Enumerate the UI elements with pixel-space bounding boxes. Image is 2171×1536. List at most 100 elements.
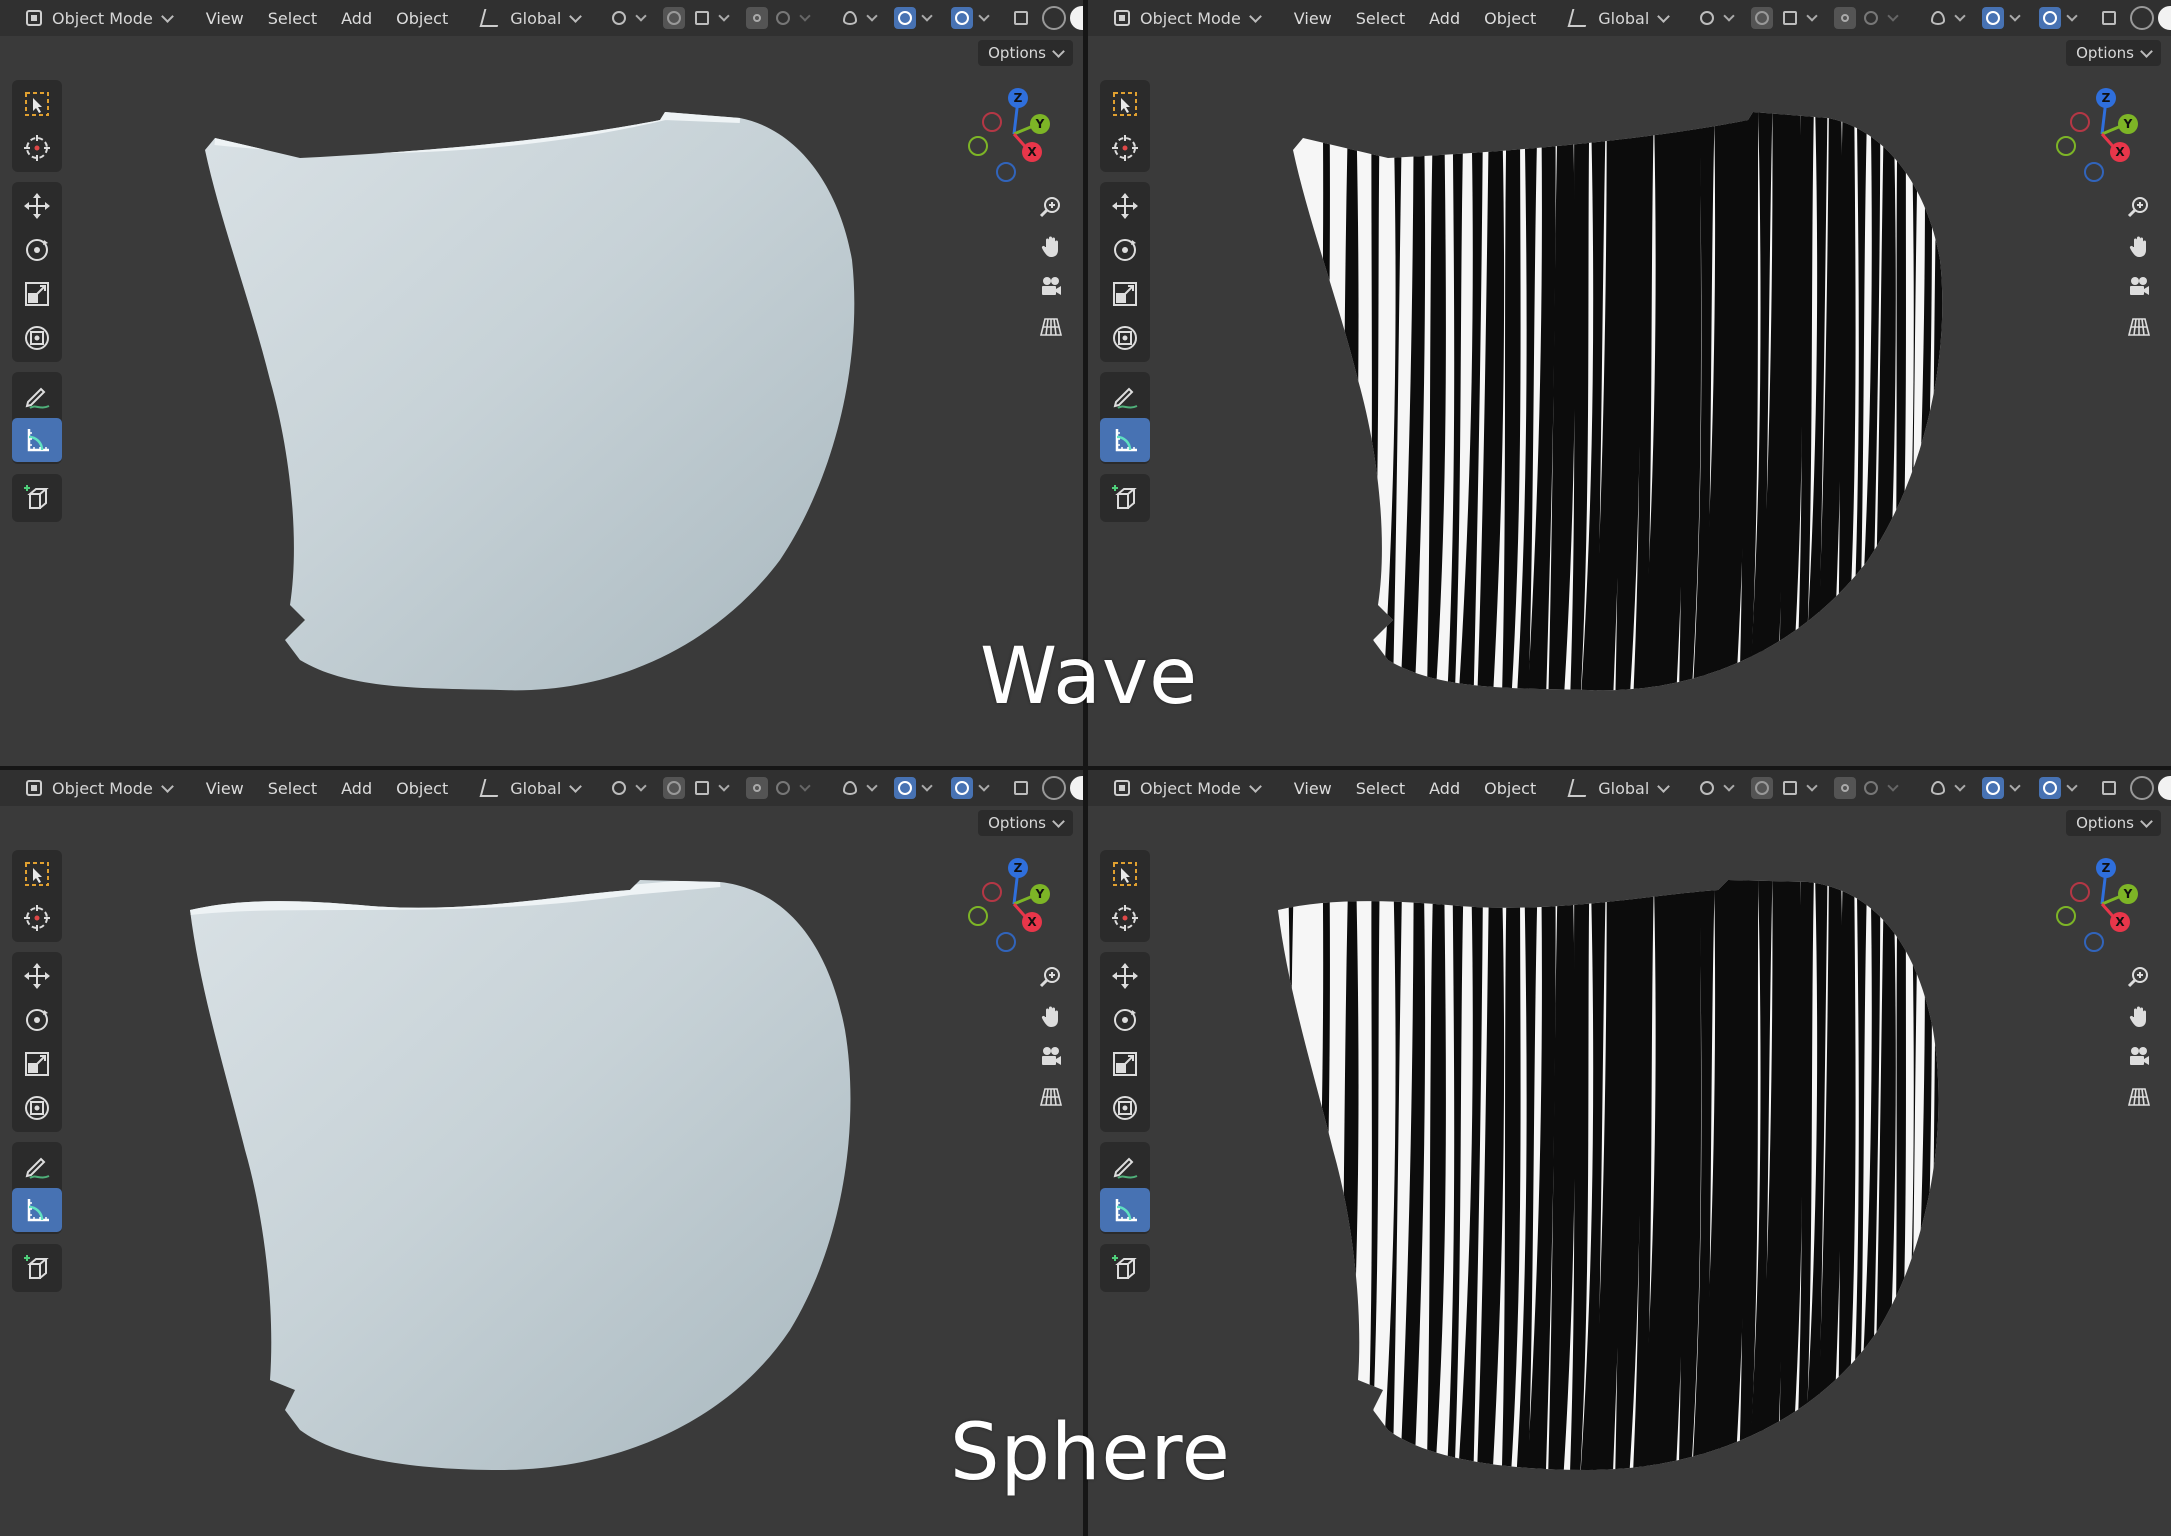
measure-tool[interactable]: [12, 1188, 62, 1232]
neg-x-axis-handle[interactable]: [2070, 112, 2090, 132]
z-axis-handle[interactable]: Z: [1008, 858, 1028, 878]
transform-icon: [1113, 1096, 1137, 1120]
zebra-stripe: [1928, 112, 1943, 691]
x-axis-handle[interactable]: X: [1022, 912, 1042, 932]
scale-tool[interactable]: [12, 272, 62, 316]
add-cube-tool[interactable]: [12, 1246, 62, 1290]
perspective-toggle-button[interactable]: [1034, 1080, 1068, 1114]
tool-shelf: [12, 80, 62, 532]
annotate-tool[interactable]: [1100, 374, 1150, 418]
move-tool[interactable]: [12, 184, 62, 228]
transform-tool[interactable]: [1100, 316, 1150, 360]
zoom-button[interactable]: [1034, 960, 1068, 994]
select-box-tool[interactable]: [12, 852, 62, 896]
navigation-gizmo[interactable]: Z Y X: [968, 84, 1050, 182]
camera-view-button[interactable]: [1034, 270, 1068, 304]
measure-tool[interactable]: [1100, 418, 1150, 462]
measure-tool[interactable]: [1100, 1188, 1150, 1232]
pan-button[interactable]: [2122, 1000, 2156, 1034]
scale-tool[interactable]: [1100, 1042, 1150, 1086]
zoom-button[interactable]: [2122, 190, 2156, 224]
add-cube-tool[interactable]: [1100, 476, 1150, 520]
add-cube-tool[interactable]: [12, 476, 62, 520]
neg-z-axis-handle[interactable]: [996, 932, 1016, 952]
grid-icon: [1039, 1088, 1063, 1106]
camera-view-button[interactable]: [2122, 270, 2156, 304]
camera-view-button[interactable]: [2122, 1040, 2156, 1074]
annotate-tool[interactable]: [12, 374, 62, 418]
perspective-toggle-button[interactable]: [2122, 1080, 2156, 1114]
select-box-tool[interactable]: [1100, 82, 1150, 126]
y-axis-handle[interactable]: Y: [2118, 114, 2138, 134]
neg-x-axis-handle[interactable]: [982, 112, 1002, 132]
viewport-top-right[interactable]: Object Mode View Select Add Object Globa…: [1088, 0, 2171, 766]
cursor-icon: [1112, 905, 1138, 931]
rotate-tool[interactable]: [1100, 998, 1150, 1042]
camera-icon: [1042, 277, 1061, 295]
move-tool[interactable]: [1100, 954, 1150, 998]
scale-tool[interactable]: [12, 1042, 62, 1086]
transform-tool[interactable]: [12, 1086, 62, 1130]
select-box-tool[interactable]: [1100, 852, 1150, 896]
pan-button[interactable]: [1034, 1000, 1068, 1034]
annotate-tool[interactable]: [1100, 1144, 1150, 1188]
move-tool[interactable]: [1100, 184, 1150, 228]
neg-z-axis-handle[interactable]: [996, 162, 1016, 182]
rotate-tool[interactable]: [12, 998, 62, 1042]
zoom-button[interactable]: [1034, 190, 1068, 224]
neg-y-axis-handle[interactable]: [2056, 906, 2076, 926]
cursor-tool[interactable]: [1100, 896, 1150, 940]
cursor-tool[interactable]: [12, 126, 62, 170]
move-tool[interactable]: [12, 954, 62, 998]
scale-tool[interactable]: [1100, 272, 1150, 316]
z-axis-handle[interactable]: Z: [2096, 858, 2116, 878]
measure-tool[interactable]: [12, 418, 62, 462]
perspective-toggle-button[interactable]: [1034, 310, 1068, 344]
zoom-button[interactable]: [2122, 960, 2156, 994]
measure-icon: [27, 1199, 49, 1222]
neg-z-axis-handle[interactable]: [2084, 932, 2104, 952]
neg-x-axis-handle[interactable]: [982, 882, 1002, 902]
z-axis-handle[interactable]: Z: [2096, 88, 2116, 108]
cursor-tool[interactable]: [12, 896, 62, 940]
x-axis-handle[interactable]: X: [1022, 142, 1042, 162]
x-axis-handle[interactable]: X: [2110, 912, 2130, 932]
add-cube-tool[interactable]: [1100, 1246, 1150, 1290]
rotate-tool[interactable]: [12, 228, 62, 272]
camera-view-button[interactable]: [1034, 1040, 1068, 1074]
pan-button[interactable]: [1034, 230, 1068, 264]
scale-icon: [1113, 1052, 1137, 1076]
y-axis-handle[interactable]: Y: [1030, 114, 1050, 134]
y-axis-handle[interactable]: Y: [1030, 884, 1050, 904]
z-axis-handle[interactable]: Z: [1008, 88, 1028, 108]
neg-y-axis-handle[interactable]: [2056, 136, 2076, 156]
rotate-tool[interactable]: [1100, 228, 1150, 272]
navigation-gizmo[interactable]: Z Y X: [968, 854, 1050, 952]
zebra-stripes: [1293, 112, 1943, 691]
add-cube-icon: [1112, 485, 1137, 509]
pan-button[interactable]: [2122, 230, 2156, 264]
neg-y-axis-handle[interactable]: [968, 136, 988, 156]
camera-icon: [2130, 277, 2149, 295]
annotate-tool[interactable]: [12, 1144, 62, 1188]
navigation-gizmo[interactable]: Z Y X: [2056, 854, 2138, 952]
perspective-toggle-button[interactable]: [2122, 310, 2156, 344]
scale-icon: [25, 282, 49, 306]
select-box-tool[interactable]: [12, 82, 62, 126]
viewport-top-left[interactable]: Object Mode View Select Add Object Globa…: [0, 0, 1083, 766]
y-axis-handle[interactable]: Y: [2118, 884, 2138, 904]
transform-tool[interactable]: [12, 316, 62, 360]
navigation-gizmo[interactable]: Z Y X: [2056, 84, 2138, 182]
neg-x-axis-handle[interactable]: [2070, 882, 2090, 902]
scale-icon: [1113, 282, 1137, 306]
pencil-icon: [25, 1157, 50, 1179]
viewport-bottom-left[interactable]: Object Mode View Select Add Object Globa…: [0, 770, 1083, 1536]
transform-tool[interactable]: [1100, 1086, 1150, 1130]
mesh-surface: [205, 112, 855, 691]
x-axis-handle[interactable]: X: [2110, 142, 2130, 162]
cursor-tool[interactable]: [1100, 126, 1150, 170]
measure-icon: [27, 429, 49, 452]
neg-z-axis-handle[interactable]: [2084, 162, 2104, 182]
viewport-bottom-right[interactable]: Object Mode View Select Add Object Globa…: [1088, 770, 2171, 1536]
neg-y-axis-handle[interactable]: [968, 906, 988, 926]
